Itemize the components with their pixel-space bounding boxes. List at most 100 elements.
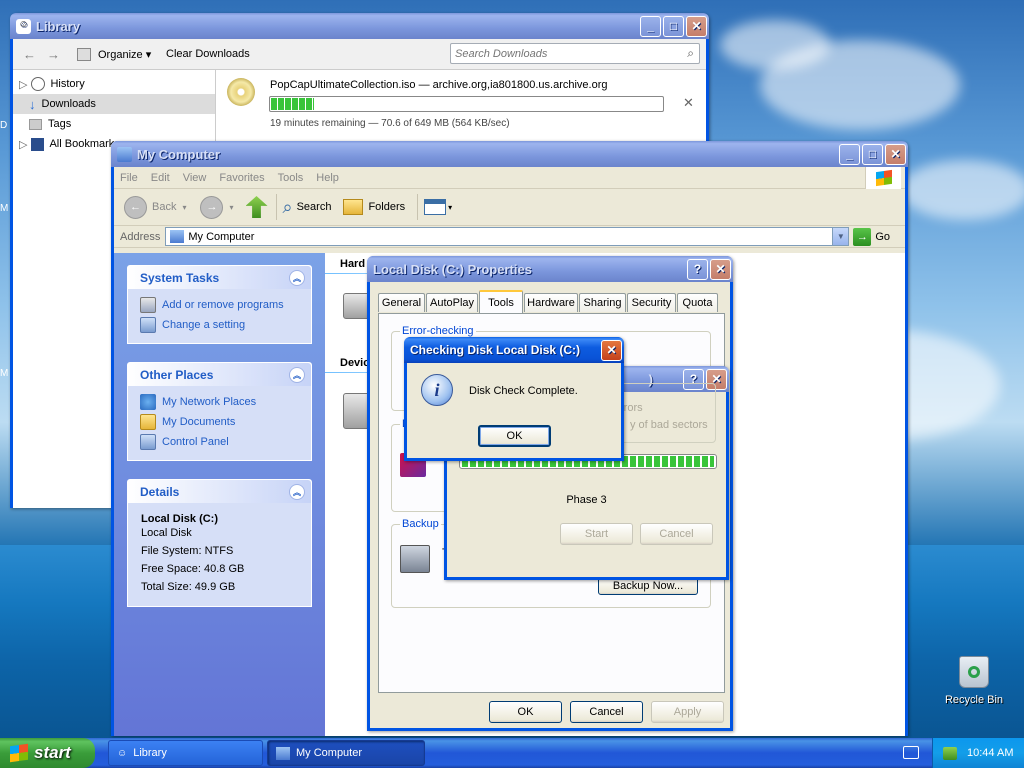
start-button[interactable]: Start (560, 523, 633, 545)
desktop-edge-letter: M (0, 203, 9, 214)
my-network-places-link[interactable]: My Network Places (140, 392, 299, 412)
tab-quota[interactable]: Quota (677, 293, 718, 312)
maximize-button[interactable]: □ (862, 143, 883, 165)
search-input[interactable] (455, 45, 675, 63)
maximize-button[interactable]: □ (663, 15, 684, 37)
back-icon[interactable]: ← (124, 195, 147, 219)
address-label: Address (120, 230, 161, 243)
address-bar: Address My Computer ▼ → Go (114, 226, 905, 248)
menu-help[interactable]: Help (316, 172, 339, 184)
information-icon: i (421, 374, 453, 406)
clock[interactable]: 10:44 AM (967, 747, 1013, 759)
my-documents-link[interactable]: My Documents (140, 412, 299, 432)
library-title: Library (36, 18, 81, 34)
message-ok-button[interactable]: OK (478, 425, 551, 447)
menu-view[interactable]: View (183, 172, 207, 184)
mycomputer-titlebar[interactable]: My Computer _ □ ✕ (111, 141, 908, 167)
control-panel-icon (140, 317, 156, 333)
folders-icon[interactable] (343, 199, 364, 215)
close-button[interactable]: ✕ (686, 15, 707, 37)
sidebar-item-history[interactable]: ▷ History (13, 74, 215, 94)
keyboard-icon[interactable] (903, 746, 919, 759)
windows-logo-icon (865, 167, 901, 189)
tab-sharing[interactable]: Sharing (579, 293, 626, 312)
disc-icon (227, 78, 255, 106)
details-type: Local Disk (141, 527, 192, 539)
cancel-download-icon[interactable]: ✕ (683, 95, 694, 111)
desktop-edge-letter: M (0, 368, 9, 379)
search-icon[interactable]: ⌕ (283, 197, 293, 218)
help-button[interactable]: ? (687, 258, 708, 280)
forward-arrow-icon[interactable]: → (47, 47, 60, 62)
go-button[interactable]: Go (875, 231, 890, 243)
add-remove-programs-link[interactable]: Add or remove programs (140, 295, 299, 315)
library-titlebar[interactable]: ☺ Library _ □ ✕ (10, 13, 709, 39)
error-checking-label: Error-checking (400, 325, 476, 337)
close-button[interactable]: ✕ (710, 258, 731, 280)
computer-icon (117, 146, 132, 162)
download-item[interactable]: PopCapUltimateCollection.iso — archive.o… (217, 70, 706, 130)
other-places-header[interactable]: Other Places ︽ (128, 363, 311, 386)
documents-folder-icon (140, 414, 156, 430)
recycle-bin[interactable]: Recycle Bin (944, 656, 1004, 706)
network-tray-icon[interactable] (943, 746, 957, 760)
tab-security[interactable]: Security (627, 293, 676, 312)
sidebar-item-tags[interactable]: Tags (13, 114, 215, 134)
properties-title: Local Disk (C:) Properties (373, 261, 532, 277)
taskbar-item-mycomputer[interactable]: My Computer (267, 740, 425, 766)
message-box: Checking Disk Local Disk (C:) ✕ i Disk C… (404, 337, 624, 461)
minimize-button[interactable]: _ (839, 143, 860, 165)
desktop-edge-letter: D (0, 120, 8, 131)
collapse-chevron-icon[interactable]: ︽ (289, 367, 305, 383)
collapse-chevron-icon[interactable]: ︽ (289, 484, 305, 500)
details-total-size: Total Size: 49.9 GB (141, 581, 236, 593)
menu-file[interactable]: File (120, 172, 138, 184)
tab-tools[interactable]: Tools (479, 290, 523, 313)
search-downloads-field[interactable]: ⌕ (450, 43, 700, 64)
minimize-button[interactable]: _ (640, 15, 661, 37)
back-label[interactable]: Back (152, 201, 176, 213)
computer-small-icon (170, 230, 185, 243)
close-button[interactable]: ✕ (601, 339, 622, 361)
tab-autoplay[interactable]: AutoPlay (426, 293, 478, 312)
start-button[interactable]: start (0, 738, 95, 768)
details-header[interactable]: Details ︽ (128, 480, 311, 503)
back-arrow-icon[interactable]: ← (23, 47, 36, 62)
link-label: Add or remove programs (162, 299, 284, 311)
apply-button[interactable]: Apply (651, 701, 724, 723)
organize-icon (77, 48, 91, 61)
views-icon[interactable] (424, 199, 447, 215)
link-label: Control Panel (162, 436, 229, 448)
search-icon[interactable]: ⌕ (687, 46, 694, 61)
organize-button[interactable]: Organize ▾ (98, 48, 151, 61)
ok-button[interactable]: OK (489, 701, 562, 723)
search-button[interactable]: Search (297, 201, 332, 213)
menu-tools[interactable]: Tools (278, 172, 304, 184)
message-titlebar[interactable]: Checking Disk Local Disk (C:) ✕ (404, 337, 624, 363)
menu-favorites[interactable]: Favorites (219, 172, 264, 184)
close-button[interactable]: ✕ (885, 143, 906, 165)
change-setting-link[interactable]: Change a setting (140, 315, 299, 335)
control-panel-link[interactable]: Control Panel (140, 432, 299, 452)
clear-downloads-button[interactable]: Clear Downloads (166, 48, 250, 60)
forward-icon[interactable]: → (200, 195, 224, 219)
address-field[interactable]: My Computer ▼ (165, 227, 850, 246)
taskbar: start ☺ Library My Computer 10:44 AM (0, 738, 1024, 768)
menu-edit[interactable]: Edit (151, 172, 170, 184)
collapse-chevron-icon[interactable]: ︽ (289, 270, 305, 286)
cancel-button[interactable]: Cancel (570, 701, 643, 723)
properties-titlebar[interactable]: Local Disk (C:) Properties ? ✕ (367, 256, 733, 282)
tab-general[interactable]: General (378, 293, 425, 312)
tab-hardware[interactable]: Hardware (524, 293, 578, 312)
menu-bar: File Edit View Favorites Tools Help (114, 167, 905, 189)
cancel-button[interactable]: Cancel (640, 523, 713, 545)
download-progress-fill (271, 98, 314, 110)
sidebar-item-downloads[interactable]: ↓ Downloads (13, 94, 215, 114)
system-tasks-header[interactable]: System Tasks ︽ (128, 266, 311, 289)
taskbar-item-library[interactable]: ☺ Library (108, 740, 263, 766)
address-dropdown-icon[interactable]: ▼ (832, 228, 849, 245)
up-folder-icon[interactable] (245, 196, 268, 218)
folders-button[interactable]: Folders (368, 201, 405, 213)
details-free-space: Free Space: 40.8 GB (141, 563, 245, 575)
go-arrow-icon[interactable]: → (853, 227, 872, 246)
